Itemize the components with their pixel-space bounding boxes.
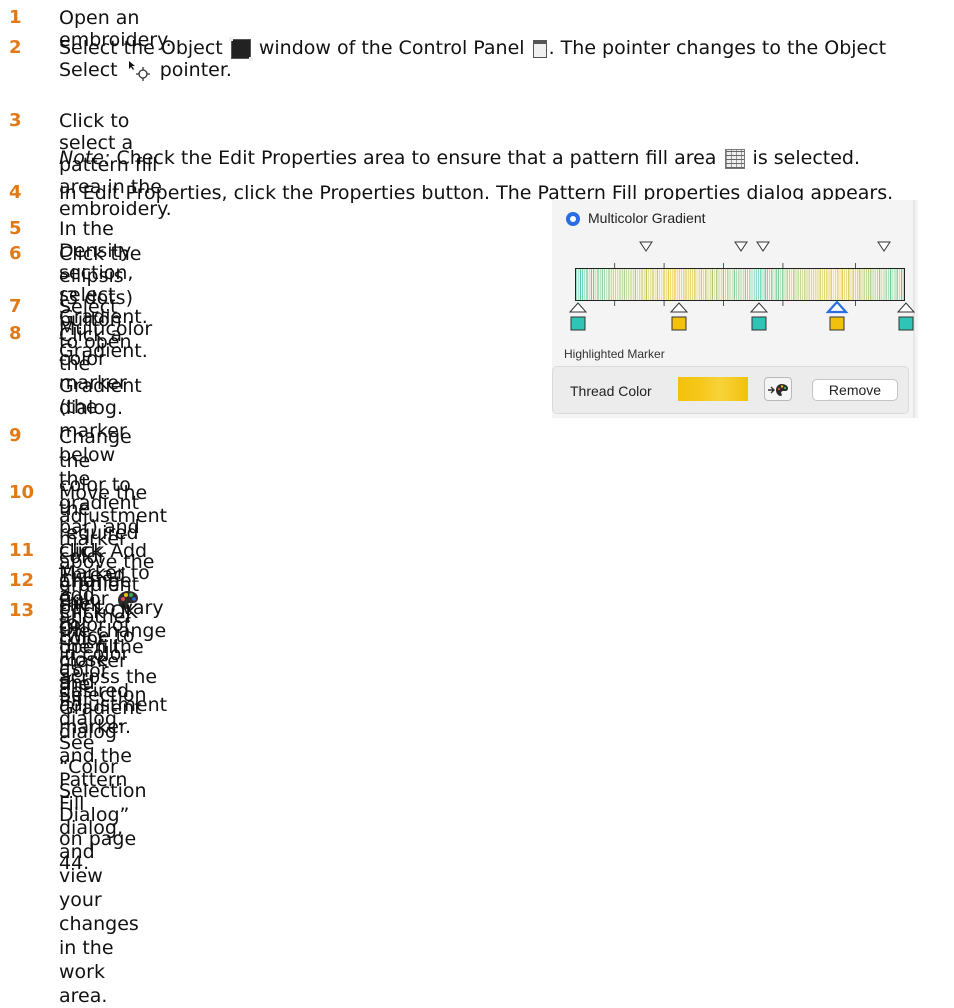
adjustment-marker — [877, 241, 891, 252]
color-marker — [568, 302, 588, 331]
step-number: 7 — [9, 296, 22, 317]
step-number: 2 — [9, 37, 22, 58]
step-text-line: changes in the work area. — [59, 913, 139, 1007]
step-number: 9 — [9, 425, 22, 446]
step-number: 11 — [9, 540, 35, 561]
object-select-pointer-icon — [126, 60, 152, 82]
adjustment-marker — [756, 241, 770, 252]
step-text-part: . The pointer changes to the Object — [548, 37, 887, 59]
color-marker — [669, 302, 689, 331]
step-number: 4 — [9, 182, 22, 203]
adjustment-markers[interactable] — [552, 240, 918, 260]
step-number: 12 — [9, 570, 35, 591]
step-text-part: Select — [59, 59, 118, 81]
step-text: Select the Object window of the Control … — [59, 36, 939, 82]
object-select-icon — [228, 36, 253, 61]
step-number: 6 — [9, 243, 22, 264]
step-number: 13 — [9, 600, 35, 621]
step-text-part: pointer. — [159, 59, 232, 81]
step-number: 10 — [9, 482, 35, 503]
adjustment-marker — [734, 241, 748, 252]
control-panel-icon — [532, 39, 547, 58]
step-text-part: Select the Object — [59, 37, 223, 59]
adjustment-marker — [639, 241, 653, 252]
gradient-dialog-figure: Multicolor Gradient Highlighted Marker T… — [552, 200, 918, 418]
step-text: Click OK twice to close the Gradient dia… — [59, 600, 142, 1008]
note-text: Note: Check the Edit Properties area to … — [59, 147, 949, 169]
note-label: Note: — [59, 147, 111, 169]
highlighted-marker-label: Highlighted Marker — [564, 347, 665, 361]
note-text-part: is selected. — [752, 147, 861, 169]
step-text-part: window of the Control Panel — [258, 37, 525, 59]
remove-button[interactable]: Remove — [812, 379, 898, 401]
multicolor-gradient-radio[interactable] — [566, 212, 580, 226]
color-marker-highlighted — [825, 300, 849, 331]
color-markers[interactable] — [552, 300, 918, 336]
highlighted-marker-box: Thread Color Remove — [552, 366, 909, 414]
step-number: 8 — [9, 323, 22, 344]
thread-color-palette-icon — [768, 383, 788, 396]
pattern-fill-icon — [724, 148, 745, 169]
step-number: 3 — [9, 110, 22, 131]
color-marker — [749, 302, 769, 331]
thread-color-label: Thread Color — [570, 383, 652, 399]
step-text-line: Click OK twice to close the Gradient dia… — [59, 601, 142, 911]
thread-color-swatch[interactable] — [678, 377, 748, 401]
thread-color-button[interactable] — [764, 377, 792, 401]
color-marker — [896, 302, 916, 331]
step-number: 5 — [9, 218, 22, 239]
step-number: 1 — [9, 7, 22, 28]
note-text-part: Check the Edit Properties area to ensure… — [116, 147, 717, 169]
multicolor-gradient-label: Multicolor Gradient — [588, 210, 706, 226]
